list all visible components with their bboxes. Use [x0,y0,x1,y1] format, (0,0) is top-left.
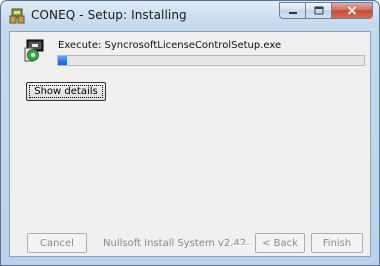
install-progress-fill [58,56,68,65]
cancel-button[interactable]: Cancel [27,233,87,253]
installer-content-panel: Execute: SyncrosoftLicenseControlSetup.e… [9,31,371,257]
window-title: CONEQ - Setup: Installing [31,8,187,22]
close-icon [347,6,357,15]
minimize-button[interactable] [279,2,305,19]
app-setup-icon [9,8,25,24]
show-details-button[interactable]: Show details [26,82,106,101]
branding-text: Nullsoft Install System v2.42 [103,238,247,249]
close-button[interactable] [331,2,373,19]
installer-window: CONEQ - Setup: Installing Execute: Syncr… [0,0,380,266]
branding-divider [232,244,250,246]
installer-package-icon [24,39,44,62]
install-status-text: Execute: SyncrosoftLicenseControlSetup.e… [58,40,282,51]
back-button[interactable]: < Back [255,233,305,253]
title-bar[interactable]: CONEQ - Setup: Installing [1,1,379,31]
maximize-icon [314,6,323,15]
finish-button[interactable]: Finish [311,233,363,253]
maximize-button[interactable] [305,2,331,19]
minimize-icon [288,11,297,14]
caption-buttons [279,2,373,20]
show-details-label: Show details [34,86,98,97]
install-progress-bar [57,55,365,66]
